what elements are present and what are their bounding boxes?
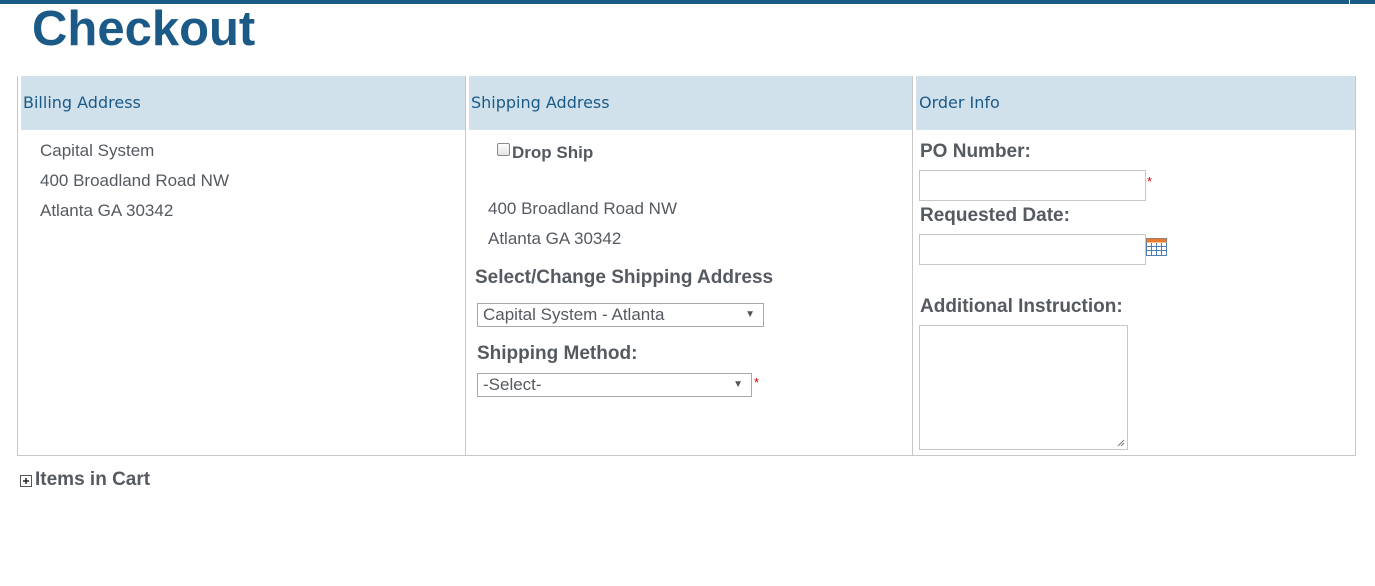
items-in-cart-toggle[interactable]: Items in Cart (35, 469, 150, 491)
additional-instruction-label: Additional Instruction: (920, 296, 1123, 317)
billing-street: 400 Broadland Road NW (40, 171, 230, 190)
requested-date-label: Requested Date: (920, 205, 1070, 226)
po-number-input[interactable] (919, 170, 1146, 201)
shipping-address-select[interactable]: Capital System - Atlanta ▼ (477, 303, 764, 327)
plus-box-icon[interactable] (20, 475, 32, 487)
shipping-address-header: Shipping Address (469, 76, 912, 130)
top-bar-divider (1349, 0, 1350, 4)
calendar-icon[interactable] (1146, 238, 1167, 256)
drop-ship-label[interactable]: Drop Ship (512, 143, 593, 163)
shipping-method-select[interactable]: -Select- ▼ (477, 373, 752, 397)
po-number-required-mark: * (1147, 174, 1153, 189)
po-number-label: PO Number: (920, 141, 1031, 162)
triangle-down-icon: ▼ (733, 379, 743, 390)
page-title: Checkout (32, 2, 256, 56)
shipping-city-state-zip: Atlanta GA 30342 (488, 229, 622, 248)
select-shipping-address-label: Select/Change Shipping Address (475, 267, 774, 288)
billing-company: Capital System (40, 141, 155, 160)
resize-grip-icon[interactable] (1117, 439, 1125, 447)
triangle-down-icon: ▼ (745, 309, 755, 320)
order-info-header: Order Info (916, 76, 1355, 130)
shipping-address-column: Shipping Address Drop Ship 400 Broadland… (465, 76, 912, 455)
billing-address-column: Billing Address Capital System 400 Broad… (18, 76, 465, 455)
billing-address-header: Billing Address (21, 76, 465, 130)
shipping-method-label: Shipping Method: (477, 343, 638, 364)
shipping-method-required-mark: * (754, 375, 760, 390)
order-info-column: Order Info PO Number: * Requested Date: … (912, 76, 1356, 455)
shipping-method-selected-value: -Select- (483, 375, 542, 394)
requested-date-input[interactable] (919, 234, 1146, 265)
shipping-street: 400 Broadland Road NW (488, 199, 678, 218)
drop-ship-checkbox[interactable] (497, 143, 510, 156)
billing-city-state-zip: Atlanta GA 30342 (40, 201, 174, 220)
checkout-panel: Billing Address Capital System 400 Broad… (17, 76, 1356, 456)
additional-instruction-textarea[interactable] (919, 325, 1128, 450)
shipping-address-selected-value: Capital System - Atlanta (483, 305, 665, 324)
